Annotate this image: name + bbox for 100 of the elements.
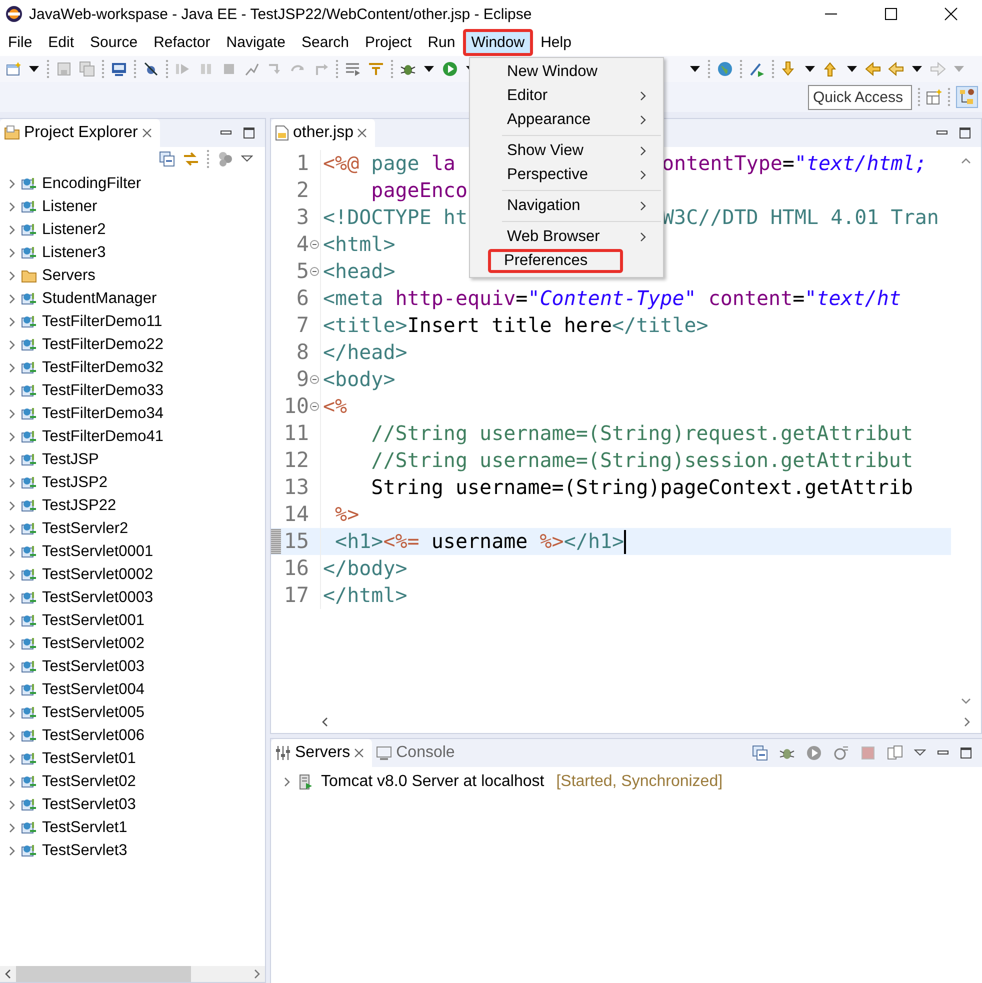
caret-icon[interactable] [846,64,858,74]
maximize-icon[interactable] [960,747,972,759]
close-icon[interactable] [944,7,958,21]
globe-icon[interactable] [717,61,733,77]
menu-item[interactable]: File [0,28,40,56]
perspective-icon[interactable] [956,86,978,108]
chevron-right-icon[interactable] [8,294,16,304]
chevron-right-icon[interactable] [8,478,16,488]
chevron-right-icon[interactable] [8,202,16,212]
view-tab[interactable]: other.jsp [271,119,376,147]
chevron-right-icon[interactable] [8,592,16,602]
tree-item[interactable]: TestFilterDemo33 [42,382,164,400]
chevron-right-icon[interactable] [8,340,16,350]
tree-item[interactable]: TestServlet0002 [42,566,154,584]
chevron-right-icon[interactable] [8,638,16,648]
fold-icon[interactable] [310,240,319,249]
chevron-right-icon[interactable] [8,822,16,832]
chevron-right-icon[interactable] [8,316,16,326]
tree-item[interactable]: TestServlet02 [42,772,136,790]
menu-item[interactable]: Preferences [488,249,623,273]
menu-item[interactable]: Edit [40,28,82,56]
menu-item[interactable]: Search [293,28,357,56]
menu-item[interactable]: Help [532,28,580,56]
tree-item[interactable]: TestServlet005 [42,704,145,722]
chevron-right-icon[interactable] [8,570,16,580]
tree-item[interactable]: TestFilterDemo32 [42,358,164,376]
menu-item[interactable]: New Window [472,60,661,84]
chevron-right-icon[interactable] [8,178,16,188]
down-arrow-icon[interactable] [781,61,797,77]
menu-item[interactable]: Editor [472,84,661,108]
caret-icon[interactable] [423,64,435,74]
tree-item[interactable]: StudentManager [42,290,157,308]
chevron-right-icon[interactable] [8,730,16,740]
chevron-right-icon[interactable] [8,432,16,442]
list-icon[interactable] [345,61,361,77]
menu-item[interactable]: Window [463,28,533,56]
chevron-right-icon[interactable] [8,846,16,856]
fold-icon[interactable] [310,402,319,411]
caret-icon[interactable] [689,64,701,74]
chevron-right-icon[interactable] [8,616,16,626]
chevron-right-icon[interactable] [8,708,16,718]
menu-item[interactable]: Run [420,28,464,56]
view-tab[interactable]: Servers [271,739,372,767]
menu-item[interactable]: Show View [472,139,661,163]
chevron-right-icon[interactable] [8,500,16,510]
new-file-icon[interactable] [5,61,21,77]
chevron-right-icon[interactable] [8,248,16,258]
chevron-right-icon[interactable] [8,386,16,396]
tree-item[interactable]: TestServlet006 [42,726,145,744]
tree-item[interactable]: TestServlet0003 [42,588,154,606]
maximize-icon[interactable] [243,127,255,139]
tree-item[interactable]: EncodingFilter [42,174,142,192]
tree-item[interactable]: TestServlet004 [42,680,145,698]
tree-item[interactable]: TestFilterDemo41 [42,428,164,446]
tree-item[interactable]: TestServlet3 [42,842,128,860]
chevron-right-icon[interactable] [8,800,16,810]
caret-icon[interactable] [804,64,816,74]
menu-item[interactable]: Source [82,28,146,56]
skip-breakpoints-icon[interactable] [143,61,159,77]
tree-item[interactable]: TestServlet03 [42,796,136,814]
tree-item[interactable]: TestServlet001 [42,612,145,630]
menu-item[interactable]: Web Browser [472,225,661,249]
tree-item[interactable]: Listener2 [42,220,106,238]
chevron-right-icon[interactable] [8,362,16,372]
scroll-right-icon[interactable] [253,969,261,979]
menu-item[interactable]: Navigate [218,28,294,56]
scrollbar-thumb[interactable] [16,966,191,982]
maximize-icon[interactable] [884,7,898,21]
tree-item[interactable]: TestJSP2 [42,474,108,492]
chevron-right-icon[interactable] [8,224,16,234]
link-icon[interactable] [183,151,199,167]
fold-icon[interactable] [310,375,319,384]
tree-item[interactable]: Listener [42,198,98,216]
tree-item[interactable]: TestServlet01 [42,750,136,768]
tree-item[interactable]: TestServler2 [42,520,128,538]
view-menu-icon[interactable] [914,748,926,758]
chevron-right-icon[interactable] [8,408,16,418]
tree-item[interactable]: Listener3 [42,244,106,262]
collapse-all-icon[interactable] [752,745,768,761]
quick-access-field[interactable]: Quick Access [808,84,912,110]
monitor-icon[interactable] [111,61,127,77]
tree-item[interactable]: TestFilterDemo22 [42,336,164,354]
chevron-right-icon[interactable] [8,754,16,764]
collapse-all-icon[interactable] [159,151,175,167]
left-arrow-icon[interactable] [888,61,904,77]
maximize-icon[interactable] [959,127,971,139]
menu-item[interactable]: Perspective [472,163,661,187]
chevron-right-icon[interactable] [8,270,16,280]
tree-item[interactable]: TestFilterDemo34 [42,404,164,422]
view-menu-icon[interactable] [241,154,253,164]
caret-icon[interactable] [28,64,40,74]
chevron-right-icon[interactable] [8,524,16,534]
menu-item[interactable]: Project [357,28,420,56]
run-icon[interactable] [806,745,822,761]
server-name[interactable]: Tomcat v8.0 Server at localhost [321,773,544,791]
scroll-left-icon[interactable] [321,717,329,727]
chevron-right-icon[interactable] [8,684,16,694]
caret-icon[interactable] [911,64,923,74]
chevron-right-icon[interactable] [8,776,16,786]
scroll-right-icon[interactable] [963,717,971,727]
